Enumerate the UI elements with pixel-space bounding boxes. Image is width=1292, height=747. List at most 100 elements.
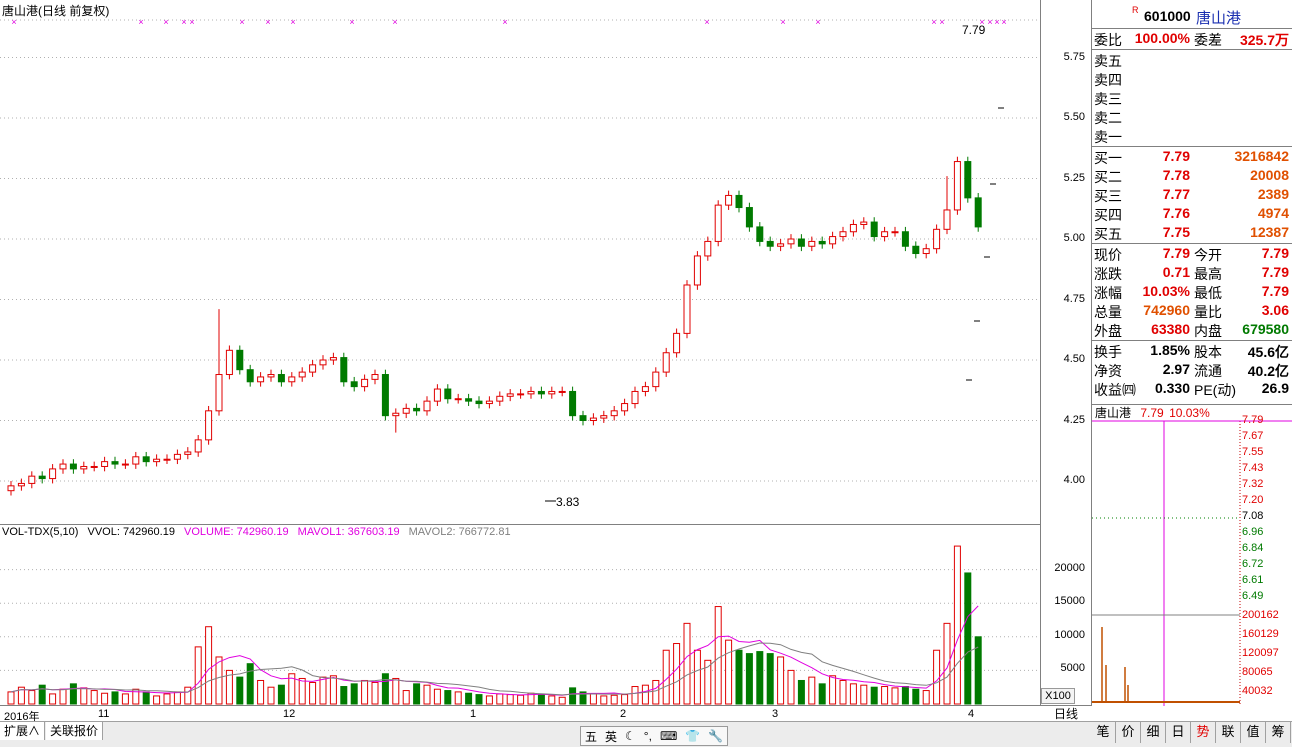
candle-body [413, 407, 421, 412]
stat-row: 净资 2.97 流通 40.2亿 [1092, 361, 1291, 380]
volume-bar [298, 677, 306, 705]
quote-tab[interactable]: 值 [1241, 721, 1266, 743]
intraday-vol-tick: 40032 [1242, 685, 1273, 697]
ime-toolbar[interactable]: 五 英 ☾ °, ⌨ 👕 🔧 [580, 726, 729, 746]
volume-bar [454, 691, 462, 705]
tab-expand[interactable]: 扩展∧ [0, 722, 46, 740]
intraday-price-tick: 7.43 [1242, 462, 1264, 474]
volume-bar [142, 691, 150, 705]
volume-bar [881, 686, 889, 705]
event-marker: × [181, 17, 186, 27]
stat-row-v2 black: 45.6亿 [1247, 344, 1289, 360]
ime-skin-icon[interactable]: 👕 [681, 729, 704, 743]
volume-bar [465, 692, 473, 705]
candle-body [808, 240, 816, 247]
event-marker: × [290, 17, 295, 27]
intraday-stock-name: 唐山港 [1095, 406, 1132, 420]
candle-body [745, 207, 753, 228]
volume-bar [506, 694, 514, 705]
date-tick: 1 [470, 708, 477, 720]
volume-bar [38, 684, 46, 705]
buy-row-l: 买一 [1094, 150, 1122, 166]
volume-bar [745, 653, 753, 705]
candlestick-chart[interactable]: × × × × × × × × × × × × × × × × × × × × 7.79 3.83 [0, 0, 1041, 524]
volume-chart[interactable] [0, 524, 1041, 706]
event-marker: × [349, 17, 354, 27]
ime-keyboard-icon[interactable]: ⌨ [656, 729, 681, 743]
ime-english-icon[interactable]: 英 [601, 728, 621, 745]
intraday-pct: 10.03% [1169, 406, 1210, 420]
candlestick-canvas[interactable]: × × × × × × × × × × × × × × × × × × × ×7.793.83 [0, 0, 1040, 524]
weibi-row: 委比 100.00% 委差 325.7万 [1092, 30, 1291, 49]
stock-name[interactable]: 唐山港 [1196, 7, 1241, 28]
stat-row-l2: 股本 [1194, 344, 1222, 360]
candle-body [891, 231, 899, 234]
volume-bar [901, 686, 909, 705]
volume-bar [475, 694, 483, 705]
quote-tab[interactable]: 细 [1141, 721, 1166, 743]
weibi-value: 100.00% [1134, 30, 1190, 46]
volume-bar [839, 679, 847, 705]
candle-body [766, 240, 774, 247]
candle-body [80, 465, 88, 470]
sell-row-l: 卖二 [1094, 110, 1122, 126]
ime-settings-icon[interactable]: 🔧 [704, 729, 727, 743]
candle-body [548, 390, 556, 395]
candle-body [215, 374, 223, 412]
candle-body [829, 236, 837, 245]
volume-bar [329, 675, 337, 705]
volume-bar [548, 695, 556, 705]
quote-tab[interactable]: 联 [1216, 721, 1241, 743]
candle-body [225, 349, 233, 376]
candle-body [402, 407, 410, 414]
stat-row-v1 red: 10.03% [1142, 283, 1190, 299]
candle-body [298, 371, 306, 378]
candle-body [194, 439, 202, 453]
volume-bar [69, 683, 77, 705]
volume-bar [756, 651, 764, 705]
tab-related-quotes[interactable]: 关联报价 [46, 722, 104, 740]
stat-row: 现价 7.79 今开 7.79 [1092, 245, 1291, 264]
ime-wubi-icon[interactable]: 五 [581, 728, 601, 745]
quote-tab[interactable]: 筹 [1266, 721, 1291, 743]
volume-bar [184, 686, 192, 705]
volume-bar [257, 679, 265, 705]
volume-canvas[interactable] [0, 525, 1040, 706]
price-axis-label: 4.50 [1063, 353, 1085, 365]
candle-body [662, 352, 670, 373]
quote-tab[interactable]: 笔 [1091, 721, 1116, 743]
candle-body [475, 400, 483, 405]
stat-row-l2: 量比 [1194, 304, 1222, 320]
candle-body [142, 456, 150, 463]
stat-row-l2: 最高 [1194, 266, 1222, 282]
candle-body [797, 238, 805, 247]
sell-row: 卖三 [1092, 89, 1291, 108]
quote-tab[interactable]: 价 [1116, 721, 1141, 743]
buy-row-l: 买四 [1094, 207, 1122, 223]
date-tick: 11 [98, 708, 110, 720]
candle-body [787, 238, 795, 245]
ime-punct-icon[interactable]: °, [640, 729, 656, 743]
candle-body [569, 390, 577, 417]
quote-tab[interactable]: 日 [1166, 721, 1191, 743]
volume-bar [621, 694, 629, 705]
intraday-vol-tick: 80065 [1242, 666, 1273, 678]
candle-body [267, 374, 275, 378]
buy-row-l: 买五 [1094, 226, 1122, 242]
intraday-price-tick: 6.96 [1242, 526, 1264, 538]
volume-bar [7, 691, 15, 705]
volume-bar [787, 669, 795, 705]
ime-moon-icon[interactable]: ☾ [621, 729, 640, 743]
volume-bar [350, 683, 358, 705]
candle-body [246, 369, 254, 383]
buy-row: 买二 7.78 20008 [1092, 167, 1291, 186]
candle-body [953, 161, 961, 211]
candle-body [725, 194, 733, 206]
volume-bar [641, 684, 649, 705]
candle-body [444, 388, 452, 400]
quote-tab[interactable]: 势 [1191, 721, 1216, 743]
volume-multiplier[interactable]: X100 [1041, 688, 1075, 704]
period-label[interactable]: 日线 [1041, 705, 1091, 722]
candle-body [922, 248, 930, 255]
event-marker: × [502, 17, 507, 27]
